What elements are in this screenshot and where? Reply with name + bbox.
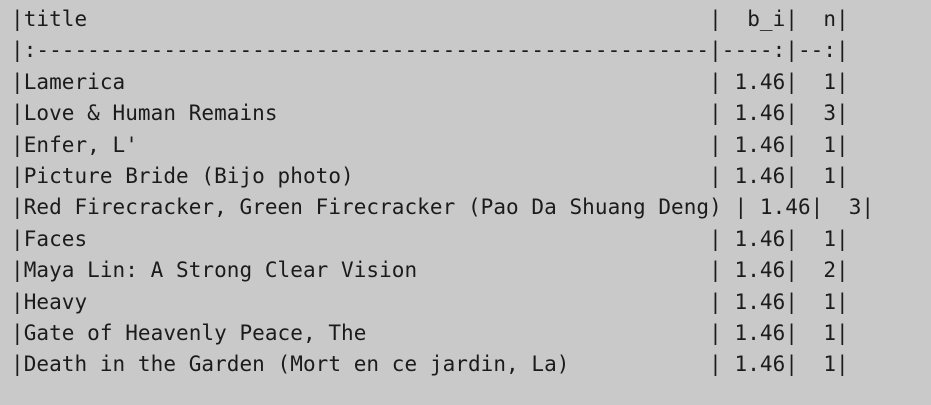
table-row: |Red Firecracker, Green Firecracker (Pao…	[11, 195, 875, 220]
table-row: |Faces | 1.46| 1|	[11, 226, 849, 251]
table-row: |Love & Human Remains | 1.46| 3|	[11, 101, 849, 126]
table-header: |title | b_i| n|	[11, 7, 849, 31]
terminal-output[interactable]: |title | b_i| n| |:---------------------…	[0, 0, 931, 405]
table-separator: |:--------------------------------------…	[11, 38, 849, 63]
table-row: |Heavy | 1.46| 1|	[11, 289, 849, 314]
table-row: |Gate of Heavenly Peace, The | 1.46| 1|	[11, 320, 849, 345]
table-row: |Death in the Garden (Mort en ce jardin,…	[11, 352, 849, 377]
table-row: |Enfer, L' | 1.46| 1|	[11, 132, 849, 157]
table-row: |Picture Bride (Bijo photo) | 1.46| 1|	[11, 163, 849, 188]
table-row: |Maya Lin: A Strong Clear Vision | 1.46|…	[11, 258, 849, 283]
table-row: |Lamerica | 1.46| 1|	[11, 69, 849, 94]
